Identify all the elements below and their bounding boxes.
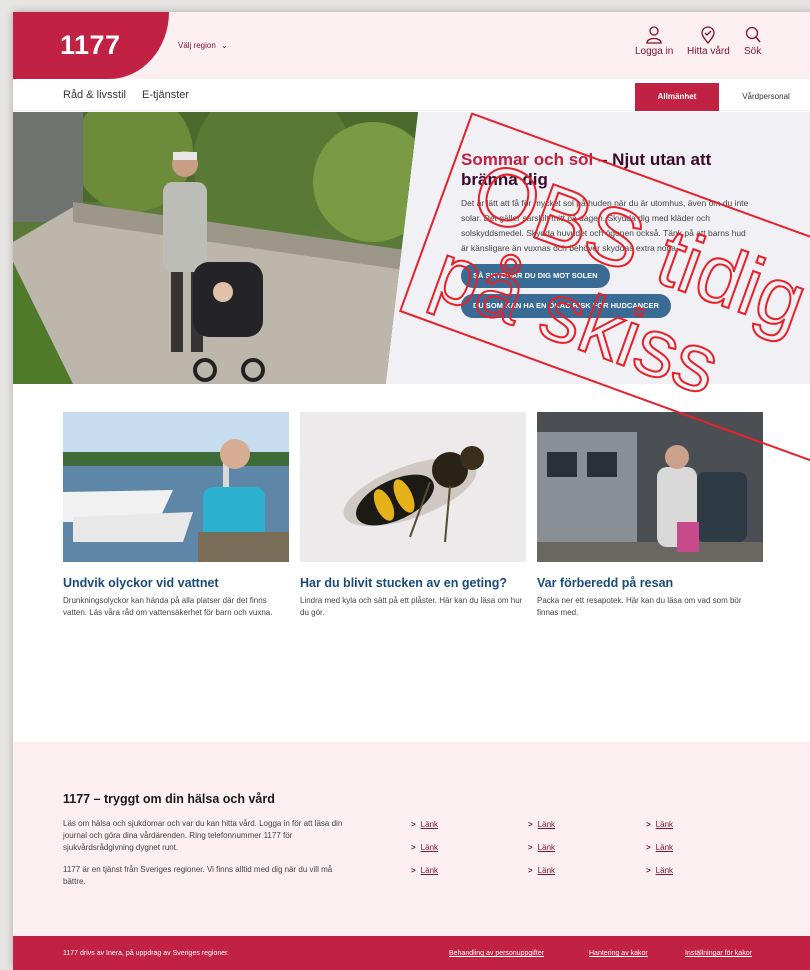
card-body: Lindra med kyla och sätt på ett plåster.… [300, 596, 523, 617]
search-button[interactable]: Sök [744, 26, 761, 57]
footer-link[interactable]: > Länk [528, 843, 555, 852]
hero: Sommar och sol – Njut utan att bränna di… [13, 112, 810, 384]
hero-body: Det är lätt att få för mycket sol på hud… [461, 198, 749, 253]
header: 1177 Välj region ⌄ Logga in Hitta vård S… [13, 12, 810, 79]
region-selector[interactable]: Välj region ⌄ [178, 41, 228, 50]
logo[interactable]: 1177 [13, 12, 169, 79]
chevron-right-icon: > [411, 866, 416, 875]
login-button[interactable]: Logga in [635, 26, 673, 57]
card-water-safety[interactable]: Undvik olyckor vid vattnet Drunkningsoly… [63, 412, 289, 619]
nav-link-e-tjanster[interactable]: E-tjänster [142, 89, 189, 101]
search-icon [745, 26, 761, 43]
chevron-right-icon: > [646, 843, 651, 852]
footer-info-paragraph: 1177 är en tjänst från Sveriges regioner… [63, 865, 333, 886]
main-nav: Råd & livsstil E-tjänster Allmänhet Vård… [13, 79, 810, 111]
tab-allmanhet[interactable]: Allmänhet [635, 83, 719, 111]
chevron-right-icon: > [411, 843, 416, 852]
hero-button-skin-cancer-risk[interactable]: DU SOM KAN HA EN ÖKAD RISK FÖR HUDCANCER [461, 294, 671, 318]
hero-button-sun-protection[interactable]: SÅ SKYDDAR DU DIG MOT SOLEN [461, 264, 610, 288]
card-image-train [537, 412, 763, 562]
footer-info: 1177 – tryggt om din hälsa och vård Läs … [13, 742, 810, 936]
tab-vardpersonal[interactable]: Vårdpersonal [725, 83, 807, 111]
footer-link[interactable]: > Länk [646, 866, 673, 875]
user-icon [646, 26, 662, 44]
find-care-label: Hitta vård [687, 46, 730, 57]
hero-title: Sommar och sol – Njut utan att bränna di… [461, 150, 761, 190]
chevron-right-icon: > [528, 820, 533, 829]
search-label: Sök [744, 46, 762, 57]
location-pin-icon [701, 26, 716, 44]
link-cookie-settings[interactable]: Inställningar för kakor [685, 950, 752, 957]
card-image-boats [63, 412, 289, 562]
card-title: Var förberedd på resan [537, 576, 674, 590]
chevron-right-icon: > [528, 843, 533, 852]
footer-link[interactable]: > Länk [646, 843, 673, 852]
card-title: Har du blivit stucken av en geting? [300, 576, 507, 590]
link-cookie-handling[interactable]: Hantering av kakor [589, 950, 648, 957]
footer-info-paragraph: Läs om hälsa och sjukdomar och var du ka… [63, 819, 343, 852]
card-body: Drunkningsolyckor kan hända på alla plat… [63, 596, 273, 617]
card-title: Undvik olyckor vid vattnet [63, 576, 219, 590]
footer-link[interactable]: > Länk [411, 820, 438, 829]
chevron-right-icon: > [528, 866, 533, 875]
bottom-bar: 1177 drivs av Inera, på uppdrag av Sveri… [13, 936, 810, 970]
card-image-wasp [300, 412, 526, 562]
footer-info-title: 1177 – tryggt om din hälsa och vård [63, 792, 275, 806]
footer-link[interactable]: > Länk [528, 820, 555, 829]
page: 1177 Välj region ⌄ Logga in Hitta vård S… [13, 12, 810, 970]
card-wasp-sting[interactable]: Har du blivit stucken av en geting? Lind… [300, 412, 526, 619]
footer-link[interactable]: > Länk [528, 866, 555, 875]
logo-text: 1177 [60, 30, 121, 60]
footer-link[interactable]: > Länk [411, 843, 438, 852]
bottom-bar-text: 1177 drivs av Inera, på uppdrag av Sveri… [63, 950, 230, 957]
card-travel[interactable]: Var förberedd på resan Packa ner ett res… [537, 412, 763, 619]
login-label: Logga in [635, 46, 674, 57]
chevron-down-icon: ⌄ [221, 41, 228, 50]
region-label: Välj region [178, 41, 216, 50]
hero-title-accent: Sommar och sol [461, 150, 594, 169]
chevron-right-icon: > [411, 820, 416, 829]
hero-content: Sommar och sol – Njut utan att bränna di… [461, 150, 761, 318]
link-personal-data[interactable]: Behandling av personuppgifter [449, 950, 544, 957]
chevron-right-icon: > [646, 866, 651, 875]
footer-link[interactable]: > Länk [411, 866, 438, 875]
find-care-button[interactable]: Hitta vård [687, 26, 730, 57]
nav-link-rad-livsstil[interactable]: Råd & livsstil [63, 89, 126, 101]
hero-image [13, 112, 418, 384]
chevron-right-icon: > [646, 820, 651, 829]
footer-link[interactable]: > Länk [646, 820, 673, 829]
card-body: Packa ner ett resapotek. Här kan du läsa… [537, 596, 742, 617]
